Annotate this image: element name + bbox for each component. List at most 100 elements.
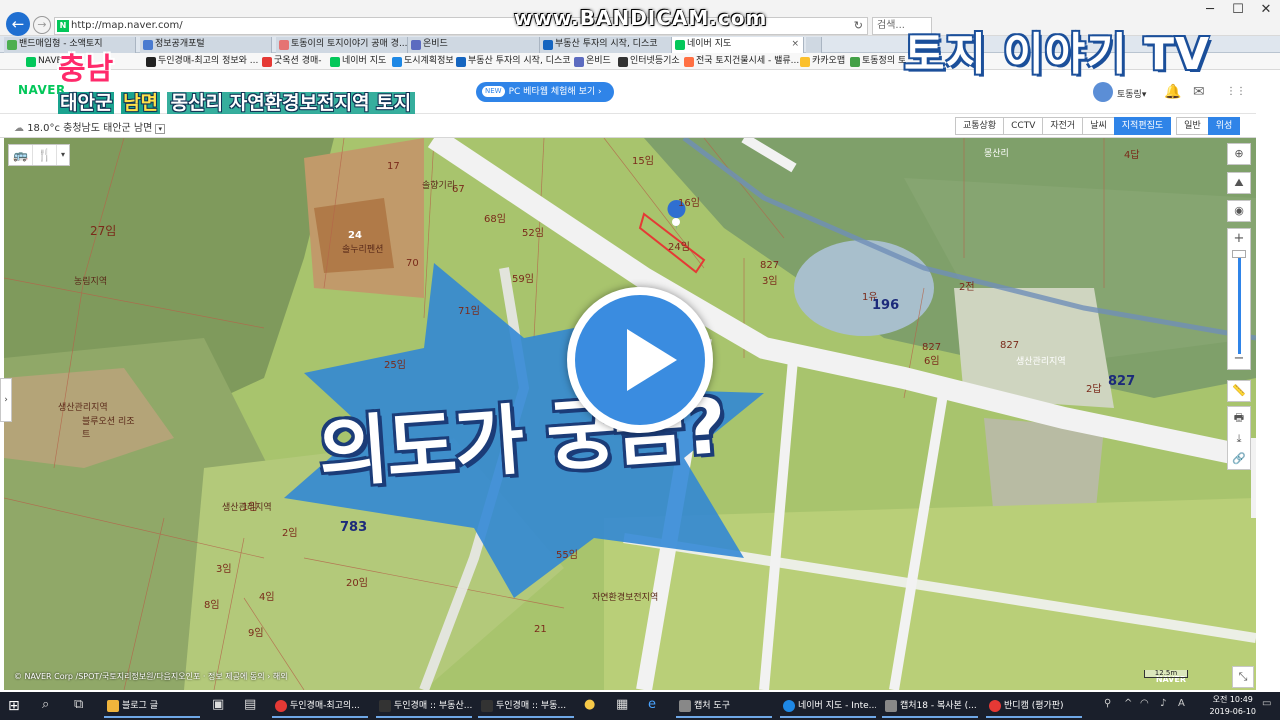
volume-icon[interactable]: ♪: [1160, 698, 1166, 709]
clock-time: 오전 10:49: [1212, 695, 1253, 704]
tab-5-label: 네이버 지도: [687, 39, 732, 49]
layer-cadastral-button[interactable]: 지적편집도: [1113, 117, 1172, 135]
taskbar-item-label: 두인경매 :: 부동...: [496, 701, 567, 711]
sidebar-toggle-icon[interactable]: ›: [0, 378, 12, 422]
fullscreen-corner-icon[interactable]: ⤡: [1232, 666, 1254, 688]
apps-grid-icon[interactable]: ⋮⋮: [1226, 86, 1246, 97]
link-icon[interactable]: 🔗: [1228, 449, 1250, 469]
zoom-slider-handle[interactable]: [1232, 250, 1246, 258]
bookmark-2[interactable]: 굿옥션 경매-: [262, 55, 322, 68]
zoom-slider-track[interactable]: [1238, 258, 1241, 354]
forward-arrow-icon[interactable]: →: [33, 16, 51, 34]
windows-start-icon[interactable]: ⊞: [8, 698, 20, 714]
network-icon[interactable]: ⚲: [1104, 698, 1111, 709]
play-button[interactable]: [567, 287, 713, 433]
tab-3[interactable]: 온비드: [408, 37, 540, 53]
mail-icon[interactable]: ✉: [1193, 84, 1205, 100]
taskbar-item[interactable]: 두인경매 :: 부동산...: [376, 694, 472, 718]
avatar[interactable]: [1093, 82, 1113, 102]
tray-expand-icon[interactable]: ^: [1124, 698, 1132, 709]
bookmark-9[interactable]: 카카오맵: [800, 55, 845, 68]
tab-close-icon[interactable]: ×: [791, 37, 799, 52]
notification-icon[interactable]: ▭: [1262, 698, 1271, 709]
back-arrow-icon[interactable]: ←: [6, 12, 30, 36]
close-window-icon[interactable]: ✕: [1252, 2, 1280, 17]
ruler-icon[interactable]: 📏: [1227, 380, 1251, 402]
bookmark-7[interactable]: 인터넷등기소: [618, 55, 680, 68]
restaurant-icon[interactable]: 🍴: [33, 145, 57, 165]
lot-label: 8임: [204, 600, 220, 611]
bookmark-8-icon: [684, 57, 694, 67]
task-view-icon[interactable]: ⧉: [74, 697, 83, 712]
bus-icon[interactable]: 🚌: [9, 145, 33, 165]
bookmark-6[interactable]: 온비드: [574, 55, 611, 68]
lot-label: 27임: [90, 224, 117, 238]
tab-0-favicon-icon: [7, 40, 17, 50]
input-language-icon[interactable]: A: [1178, 698, 1185, 709]
taskbar-item[interactable]: 두인경매 :: 부동...: [478, 694, 574, 718]
taskbar-item[interactable]: 두인경매-최고의...: [272, 694, 368, 718]
tab-2[interactable]: 토동이의 토지이야기 공매 경...: [276, 37, 408, 53]
bookmark-1-icon: [146, 57, 156, 67]
locate-icon[interactable]: ⊕: [1227, 143, 1251, 165]
layer-bicycle-button[interactable]: 자전거: [1042, 117, 1084, 135]
ie-icon[interactable]: e: [648, 697, 656, 712]
bookmark-4-icon: [392, 57, 402, 67]
minimize-icon[interactable]: ─: [1196, 2, 1224, 17]
taskbar-item[interactable]: 캡처18 - 복사본 (...: [882, 694, 978, 718]
bookmark-5[interactable]: 부동산 투자의 시작, 디스코: [456, 55, 571, 68]
bookmark-3-icon: [330, 57, 340, 67]
bookmark-1[interactable]: 두인경매-최고의 정보와 ...: [146, 55, 258, 68]
tab-1[interactable]: 정보공개포털: [140, 37, 272, 53]
lot-label: 24: [348, 230, 362, 241]
taskbar-item[interactable]: 블로그 글: [104, 694, 200, 718]
taskbar-item[interactable]: 네이버 지도 - Inte...: [780, 694, 876, 718]
pc-beta-button[interactable]: NEW PC 베타웹 체험해 보기 ›: [476, 82, 614, 102]
snipping-tool-icon: [679, 700, 691, 712]
bookmark-2-label: 굿옥션 경매-: [274, 56, 322, 66]
compass-icon[interactable]: ◉: [1227, 200, 1251, 222]
taskbar-item[interactable]: 캡처 도구: [676, 694, 772, 718]
app-icon[interactable]: ▤: [244, 697, 256, 712]
location-dropdown-icon[interactable]: ▾: [155, 124, 166, 134]
layer-weather-button[interactable]: 날씨: [1082, 117, 1115, 135]
map-actions: 🖶 ⤓ 🔗: [1227, 406, 1251, 470]
tab-4[interactable]: 부동산 투자의 시작, 디스코: [540, 37, 672, 53]
bell-icon[interactable]: 🔔: [1164, 84, 1181, 100]
user-menu[interactable]: 토동링▾: [1117, 87, 1146, 100]
taskbar-item[interactable]: 반디캠 (평가판): [986, 694, 1082, 718]
map-type-normal-button[interactable]: 일반: [1176, 117, 1209, 135]
layer-cctv-button[interactable]: CCTV: [1003, 117, 1044, 135]
app-icon[interactable]: ▣: [212, 697, 224, 712]
bookmark-0-icon: [26, 57, 36, 67]
layer-traffic-button[interactable]: 교통상황: [955, 117, 1005, 135]
tab-4-label: 부동산 투자의 시작, 디스코: [555, 39, 658, 49]
refresh-icon[interactable]: ↻: [854, 18, 863, 34]
calculator-icon[interactable]: ▦: [616, 697, 628, 712]
search-icon[interactable]: ⌕: [42, 697, 49, 712]
print-icon[interactable]: 🖶: [1228, 407, 1250, 428]
bookmark-6-label: 온비드: [586, 56, 611, 66]
toolbar-dropdown-icon[interactable]: ▾: [57, 145, 69, 165]
map-left-toolbar: 🚌 🍴 ▾: [8, 144, 70, 166]
lot-label: 2답: [1086, 384, 1102, 395]
map-type-satellite-button[interactable]: 위성: [1207, 117, 1241, 135]
tilt-view-icon[interactable]: ⛰: [1227, 172, 1251, 194]
lot-label: 16임: [678, 198, 700, 209]
cloud-icon: ☁: [14, 123, 24, 134]
wifi-icon[interactable]: ◠: [1140, 698, 1149, 709]
new-tab-icon[interactable]: [806, 37, 822, 53]
location-name: 충청남도 태안군 남면: [63, 123, 153, 134]
taskbar-clock[interactable]: 오전 10:49 2019-06-10: [1210, 694, 1257, 718]
save-icon[interactable]: ⤓: [1228, 428, 1250, 449]
bookmark-10[interactable]: 토동정의 토: [850, 55, 906, 68]
maximize-icon[interactable]: ☐: [1224, 2, 1252, 17]
bookmark-8[interactable]: 전국 토지건물시세 - 밸류...: [684, 55, 799, 68]
clock-date: 2019-06-10: [1209, 707, 1257, 716]
kakaotalk-icon[interactable]: ●: [584, 697, 595, 712]
zoom-in-icon[interactable]: +: [1228, 229, 1250, 249]
bookmark-3[interactable]: 네이버 지도: [330, 55, 386, 68]
tab-5[interactable]: 네이버 지도 ×: [672, 37, 804, 53]
weather-location[interactable]: ☁ 18.0°c 충청남도 태안군 남면 ▾: [14, 119, 166, 134]
bookmark-4[interactable]: 도시계획정보: [392, 55, 454, 68]
